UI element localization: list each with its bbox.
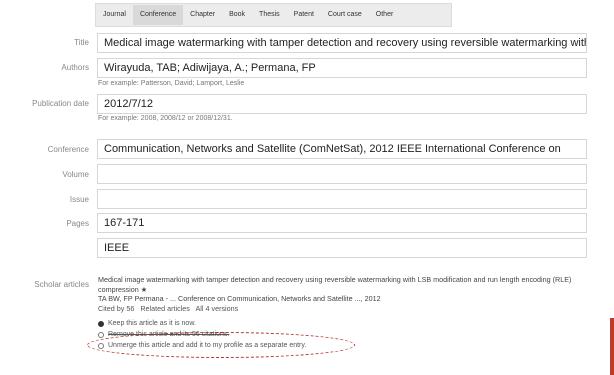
radio-remove[interactable]: [98, 331, 104, 338]
type-tabs: Journal Conference Chapter Book Thesis P…: [95, 3, 452, 27]
conference-label: Conference: [47, 145, 89, 154]
authors-label: Authors: [61, 63, 89, 72]
pubdate-field[interactable]: 2012/7/12: [97, 94, 587, 114]
scholar-label: Scholar articles: [34, 280, 89, 289]
pubdate-label: Publication date: [32, 99, 89, 108]
highlight-ellipse: [87, 332, 355, 358]
title-field[interactable]: Medical image watermarking with tamper d…: [97, 33, 587, 53]
radio-keep[interactable]: [98, 320, 104, 327]
pubdate-hint: For example: 2008, 2008/12 or 2008/12/31…: [98, 115, 233, 122]
tab-patent[interactable]: Patent: [287, 5, 321, 25]
issue-label: Issue: [69, 195, 89, 204]
issue-field[interactable]: [97, 189, 587, 209]
related-articles-link[interactable]: Related articles: [140, 304, 190, 313]
conference-field[interactable]: Communication, Networks and Satellite (C…: [97, 139, 587, 159]
cited-by-link[interactable]: Cited by 56: [98, 304, 134, 313]
volume-label: Volume: [62, 170, 89, 179]
all-versions-link[interactable]: All 4 versions: [196, 304, 239, 313]
star-icon[interactable]: ★: [141, 285, 147, 294]
tab-chapter[interactable]: Chapter: [183, 5, 222, 25]
scholar-article-title[interactable]: Medical image watermarking with tamper d…: [98, 275, 571, 294]
tab-journal[interactable]: Journal: [96, 5, 133, 25]
publisher-field[interactable]: IEEE: [97, 238, 587, 258]
tab-court-case[interactable]: Court case: [321, 5, 369, 25]
tab-other[interactable]: Other: [369, 5, 401, 25]
pages-label: Pages: [66, 219, 89, 228]
right-edge-bar: [610, 318, 614, 375]
tab-thesis[interactable]: Thesis: [252, 5, 287, 25]
authors-hint: For example: Patterson, David; Lamport, …: [98, 80, 245, 87]
tab-book[interactable]: Book: [222, 5, 252, 25]
title-label: Title: [74, 38, 89, 47]
scholar-authors-line: TA BW, FP Permana - ... Conference on Co…: [98, 294, 381, 303]
scholar-article: Medical image watermarking with tamper d…: [98, 275, 588, 313]
authors-field[interactable]: Wirayuda, TAB; Adiwijaya, A.; Permana, F…: [97, 58, 587, 78]
tab-conference[interactable]: Conference: [132, 5, 184, 25]
option-keep[interactable]: Keep this article as it is now.: [98, 320, 196, 327]
pages-field[interactable]: 167-171: [97, 213, 587, 233]
option-keep-label: Keep this article as it is now.: [108, 320, 196, 327]
volume-field[interactable]: [97, 164, 587, 184]
